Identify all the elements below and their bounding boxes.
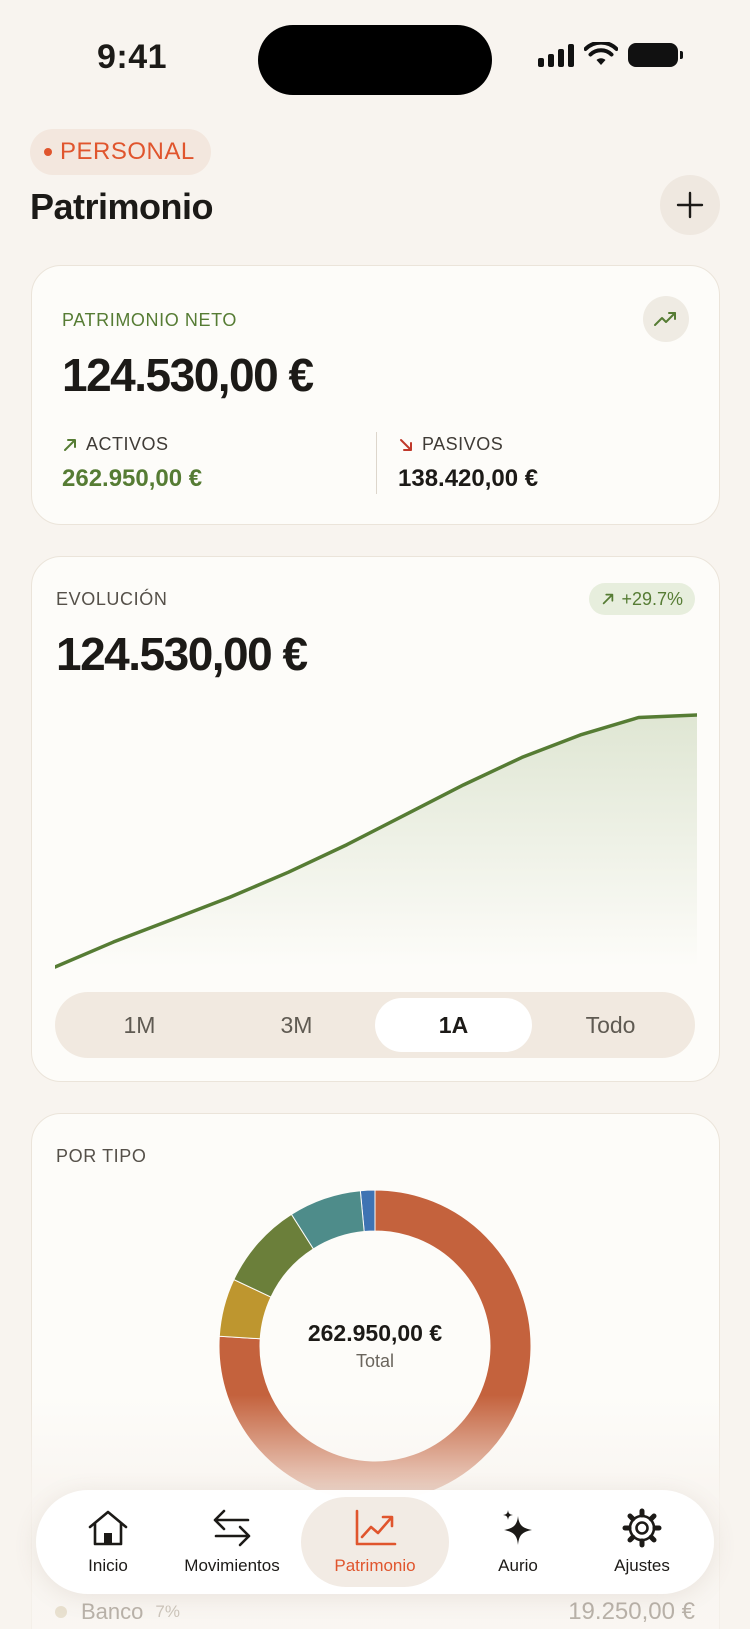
assets-value: 262.950,00 € xyxy=(62,465,203,492)
period-selector[interactable]: 1M 3M 1A Todo xyxy=(55,992,695,1058)
page-title: Patrimonio xyxy=(30,186,214,227)
status-icons xyxy=(538,42,683,68)
evolution-card: EVOLUCIÓN +29.7% 124.530,00 € 1M 3M 1A Todo xyxy=(31,556,720,1082)
donut-total: 262.950,00 € xyxy=(307,1320,443,1346)
sparkles-icon xyxy=(496,1508,540,1548)
context-pill-label: PERSONAL xyxy=(60,138,195,165)
summary-divider xyxy=(376,432,377,494)
arrow-up-right-icon xyxy=(603,593,614,605)
status-time: 9:41 xyxy=(97,38,168,76)
donut-total-label: Total xyxy=(355,1351,395,1371)
list-item-label: Banco xyxy=(81,1599,144,1624)
tab-label: Patrimonio xyxy=(334,1556,416,1575)
tab-aurio[interactable]: Aurio xyxy=(463,1497,573,1587)
evolution-amount: 124.530,00 € xyxy=(56,628,308,680)
liabilities-label: PASIVOS xyxy=(422,434,504,454)
context-pill[interactable]: PERSONAL xyxy=(30,129,211,175)
evolution-label: EVOLUCIÓN xyxy=(56,589,168,609)
list-item[interactable]: Banco 7% 19.250,00 € xyxy=(55,1598,695,1626)
list-item-percent: 7% xyxy=(155,1602,180,1621)
legend-dot xyxy=(55,1606,67,1618)
arrow-down-right-icon xyxy=(400,438,412,451)
chart-trend-icon xyxy=(353,1508,397,1548)
arrow-up-right-icon xyxy=(64,438,76,451)
tab-label: Inicio xyxy=(88,1556,128,1575)
period-option[interactable]: 3M xyxy=(218,998,375,1052)
wifi-icon xyxy=(584,42,618,65)
trend-button[interactable] xyxy=(643,296,689,342)
net-worth-card: PATRIMONIO NETO 124.530,00 € ACTIVOS 262… xyxy=(31,265,720,525)
add-button[interactable] xyxy=(660,175,720,235)
gear-icon xyxy=(620,1508,664,1548)
period-option[interactable]: Todo xyxy=(532,998,689,1052)
net-worth-label: PATRIMONIO NETO xyxy=(62,310,238,330)
tab-ajustes[interactable]: Ajustes xyxy=(587,1497,697,1587)
net-worth-amount: 124.530,00 € xyxy=(62,349,314,401)
tab-label: Aurio xyxy=(498,1556,538,1575)
battery-icon xyxy=(628,43,683,67)
home-icon xyxy=(86,1508,130,1548)
tab-inicio[interactable]: Inicio xyxy=(53,1497,163,1587)
assets-label: ACTIVOS xyxy=(86,434,169,454)
period-option[interactable]: 1M xyxy=(61,998,218,1052)
tab-label: Movimientos xyxy=(184,1556,280,1575)
evolution-chart xyxy=(55,713,697,969)
tab-movimientos[interactable]: Movimientos xyxy=(177,1497,287,1587)
patrimonio-screen: 9:41 PERSONAL Patrimonio PATRIMONIO NETO… xyxy=(0,0,750,1629)
dynamic-island xyxy=(258,25,492,95)
period-option[interactable]: 1A xyxy=(375,998,532,1052)
liabilities-value: 138.420,00 € xyxy=(398,465,539,492)
trend-up-icon xyxy=(654,312,676,326)
by-type-label: POR TIPO xyxy=(56,1146,147,1166)
assets-summary: ACTIVOS 262.950,00 € xyxy=(62,434,202,493)
change-value: +29.7% xyxy=(621,588,683,609)
tab-label: Ajustes xyxy=(614,1556,670,1575)
cellular-signal-icon xyxy=(538,43,574,67)
list-item-amount: 19.250,00 € xyxy=(568,1598,695,1625)
context-dot xyxy=(44,148,52,156)
tab-patrimonio[interactable]: Patrimonio xyxy=(301,1497,449,1587)
plus-icon xyxy=(676,191,704,219)
tab-bar: Inicio Movimientos Patrimonio Aurio Ajus… xyxy=(36,1490,714,1594)
transfer-arrows-icon xyxy=(210,1508,254,1548)
change-badge: +29.7% xyxy=(589,583,695,615)
liabilities-summary: PASIVOS 138.420,00 € xyxy=(398,434,538,493)
